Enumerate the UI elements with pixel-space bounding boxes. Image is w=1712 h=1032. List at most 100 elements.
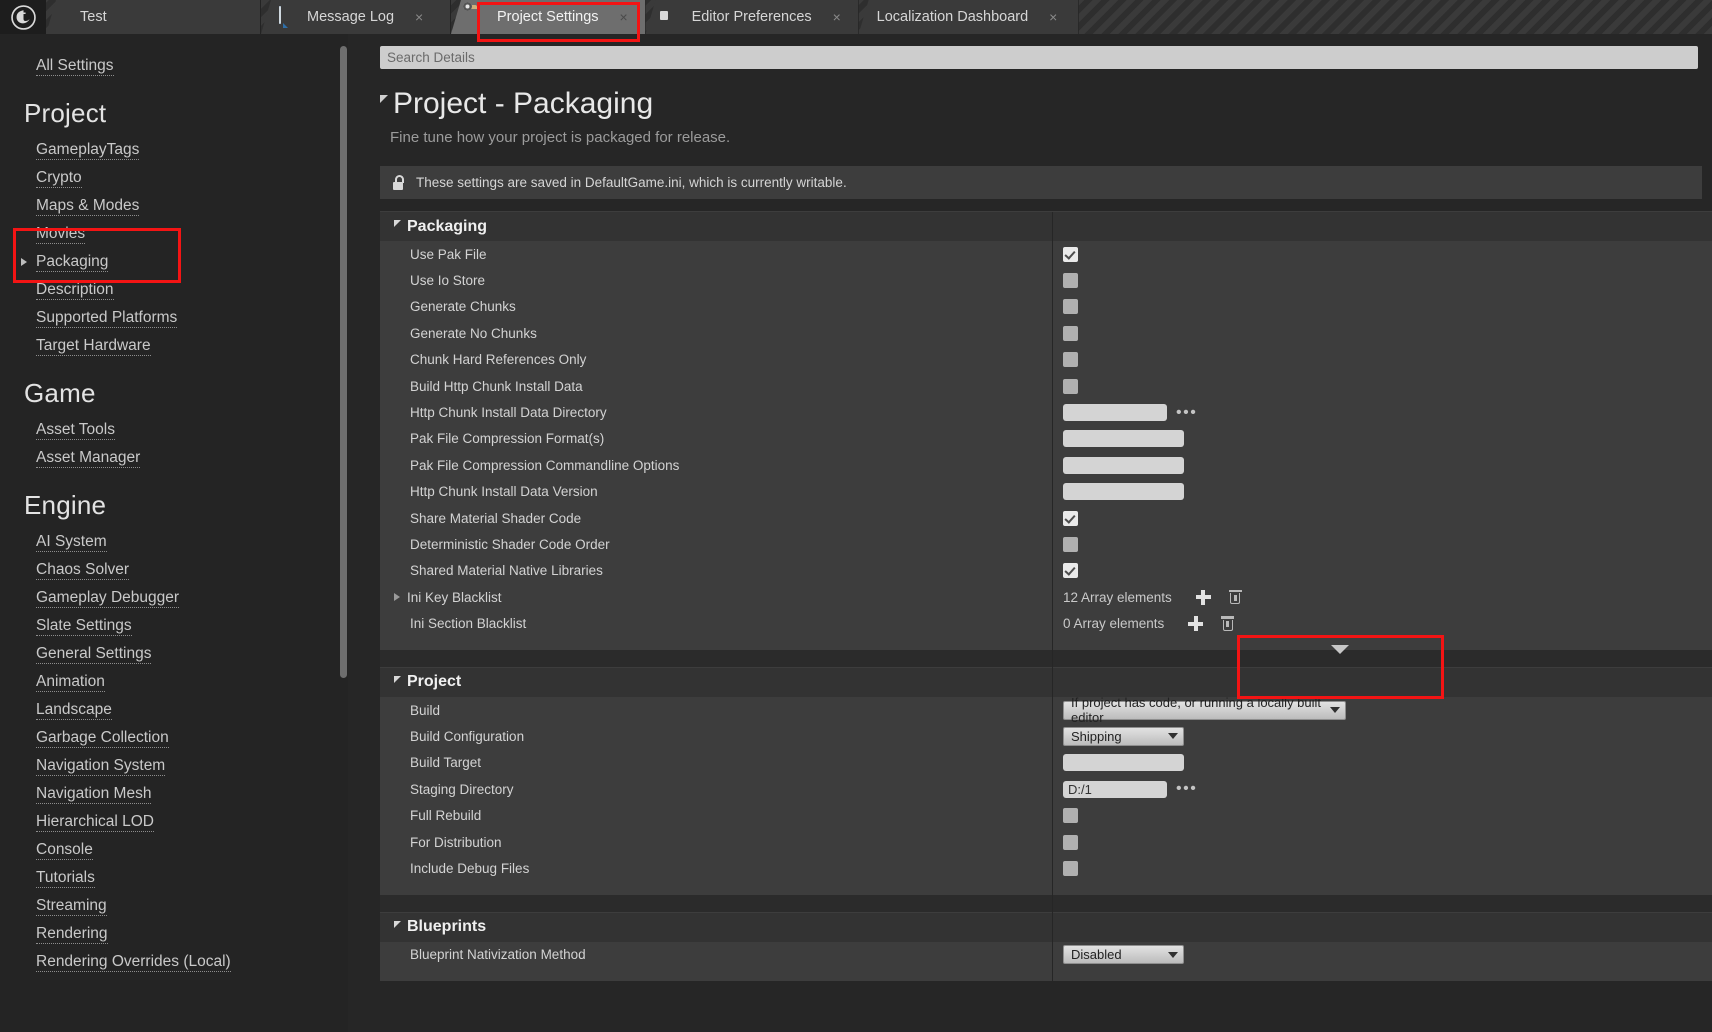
checkbox-shared-material-native-libraries[interactable] [1063,563,1078,579]
settings-sidebar: All Settings Project GameplayTags Crypto Ma… [0,34,348,1032]
add-element-icon[interactable] [1188,616,1204,632]
browse-ellipsis-icon[interactable]: ••• [1176,404,1197,420]
sidebar-item-movies[interactable]: Movies [0,220,348,248]
sidebar-item-target-hardware[interactable]: Target Hardware [0,332,348,360]
tab-close-icon[interactable]: × [412,10,426,24]
checkbox-use-io-store[interactable] [1063,273,1078,289]
sidebar-item-label: Navigation Mesh [36,785,152,804]
sidebar-item-landscape[interactable]: Landscape [0,696,348,724]
section-header-packaging[interactable]: Packaging [380,211,1712,242]
sidebar-item-rendering[interactable]: Rendering [0,920,348,948]
property-label-cell: Build Target [380,750,1052,776]
sidebar-item-console[interactable]: Console [0,836,348,864]
checkbox-full-rebuild[interactable] [1063,808,1078,824]
text-input-staging-directory[interactable] [1063,780,1167,798]
property-label: For Distribution [410,834,502,850]
add-element-icon[interactable] [1195,589,1211,605]
sidebar-item-navigation-mesh[interactable]: Navigation Mesh [0,780,348,808]
checkbox-deterministic-shader-code-order[interactable] [1063,536,1078,552]
sidebar-item-asset-tools[interactable]: Asset Tools [0,416,348,444]
property-label-cell: Build Http Chunk Install Data [380,373,1052,399]
property-label: Ini Key Blacklist [407,589,502,605]
tab-close-icon[interactable]: × [1046,10,1060,24]
sidebar-item-hierarchical-lod[interactable]: Hierarchical LOD [0,808,348,836]
sidebar-item-maps-modes[interactable]: Maps & Modes [0,192,348,220]
section-collapse-icon[interactable] [394,920,401,928]
property-row-ini-section-blacklist: Ini Section Blacklist 0 Array elements [380,610,1712,637]
collapse-triangle-icon[interactable] [380,95,388,103]
checkbox-share-material-shader-code[interactable] [1063,510,1078,526]
checkbox-build-http-chunk-install-data[interactable] [1063,378,1078,394]
sidebar-item-garbage-collection[interactable]: Garbage Collection [0,724,348,752]
tab-close-icon[interactable]: × [830,10,844,24]
browse-ellipsis-icon[interactable]: ••• [1176,781,1197,797]
section-header-value [1052,667,1712,698]
property-table: Packaging Use Pak File Use Io Store Generat… [380,211,1712,981]
section-collapse-icon[interactable] [394,220,401,227]
checkbox-use-pak-file[interactable] [1063,246,1078,262]
text-input-http-chunk-install-data-directory[interactable] [1063,404,1167,422]
sidebar-item-label: Landscape [36,701,112,720]
text-input-pak-file-compression-commandline-options[interactable] [1063,456,1184,474]
tab-localization-dashboard[interactable]: Localization Dashboard × [858,0,1079,34]
sidebar-item-animation[interactable]: Animation [0,668,348,696]
sidebar-item-navigation-system[interactable]: Navigation System [0,752,348,780]
dropdown-caret-icon[interactable] [1331,645,1349,654]
section-header-project[interactable]: Project [380,666,1712,698]
sidebar-scrollbar[interactable] [340,46,347,678]
checkbox-generate-no-chunks[interactable] [1063,325,1078,341]
checkbox-chunk-hard-references-only[interactable] [1063,352,1078,368]
sidebar-heading-engine: Engine [24,490,107,520]
property-label: Http Chunk Install Data Directory [410,405,607,421]
text-input-build-target[interactable] [1063,754,1184,772]
text-input-pak-file-compression-format-s[interactable] [1063,430,1184,448]
unlocked-padlock-icon [392,175,405,190]
property-label-cell: Use Io Store [380,267,1052,293]
dropdown-build[interactable]: If project has code, or running a locall… [1063,695,1346,725]
sidebar-item-chaos-solver[interactable]: Chaos Solver [0,556,348,584]
tab-project-settings[interactable]: Project Settings × [451,0,646,34]
tab-close-icon[interactable]: × [617,10,631,24]
property-row-build: Build If project has code, or running a l… [380,695,1712,725]
sidebar-item-slate-settings[interactable]: Slate Settings [0,612,348,640]
tab-editor-preferences[interactable]: Editor Preferences × [645,0,859,34]
section-tail [380,636,1712,650]
expand-arrow-icon[interactable] [394,593,400,602]
sidebar-item-ai-system[interactable]: AI System [0,528,348,556]
sidebar-item-supported-platforms[interactable]: Supported Platforms [0,304,348,332]
property-row-pak-file-compression-format-s: Pak File Compression Format(s) [380,425,1712,453]
delete-elements-icon[interactable] [1228,589,1242,605]
sidebar-item-streaming[interactable]: Streaming [0,892,348,920]
unreal-engine-logo-icon[interactable] [0,0,46,34]
expand-arrow-icon[interactable] [21,258,27,266]
sidebar-item-packaging[interactable]: Packaging [0,248,348,276]
section-gap [380,649,1712,667]
sidebar-item-description[interactable]: Description [0,276,348,304]
checkbox-generate-chunks[interactable] [1063,299,1078,315]
checkbox-include-debug-files[interactable] [1063,860,1078,876]
dropdown-blueprint-nativization-method[interactable]: Disabled [1063,945,1184,965]
section-gap [380,894,1712,912]
section-collapse-icon[interactable] [394,675,401,683]
sidebar-item-gameplay-debugger[interactable]: Gameplay Debugger [0,584,348,612]
sidebar-item-asset-manager[interactable]: Asset Manager [0,444,348,472]
text-input-http-chunk-install-data-version[interactable] [1063,483,1184,501]
sidebar-item-general-settings[interactable]: General Settings [0,640,348,668]
search-input[interactable] [380,46,1698,69]
property-label: Build Http Chunk Install Data [410,378,583,394]
delete-elements-icon[interactable] [1221,616,1235,631]
property-row-http-chunk-install-data-directory: Http Chunk Install Data Directory ••• [380,399,1712,426]
section-header-blueprints[interactable]: Blueprints [380,911,1712,943]
tab-test[interactable]: Test [46,0,261,34]
property-label-cell: Generate Chunks [380,294,1052,320]
sidebar-item-tutorials[interactable]: Tutorials [0,864,348,892]
sidebar-item-rendering-overrides-local[interactable]: Rendering Overrides (Local) [0,948,348,976]
checkbox-for-distribution[interactable] [1063,834,1078,850]
sidebar-item-crypto[interactable]: Crypto [0,164,348,192]
sidebar-item-gameplaytags[interactable]: GameplayTags [0,136,348,164]
dropdown-build-configuration[interactable]: Shipping [1063,726,1184,746]
tab-message-log[interactable]: Message Log × [261,0,451,34]
property-value-cell [1052,802,1712,829]
sidebar-item-all-settings[interactable]: All Settings [0,52,348,80]
sidebar-item-label: Rendering Overrides (Local) [36,953,231,972]
